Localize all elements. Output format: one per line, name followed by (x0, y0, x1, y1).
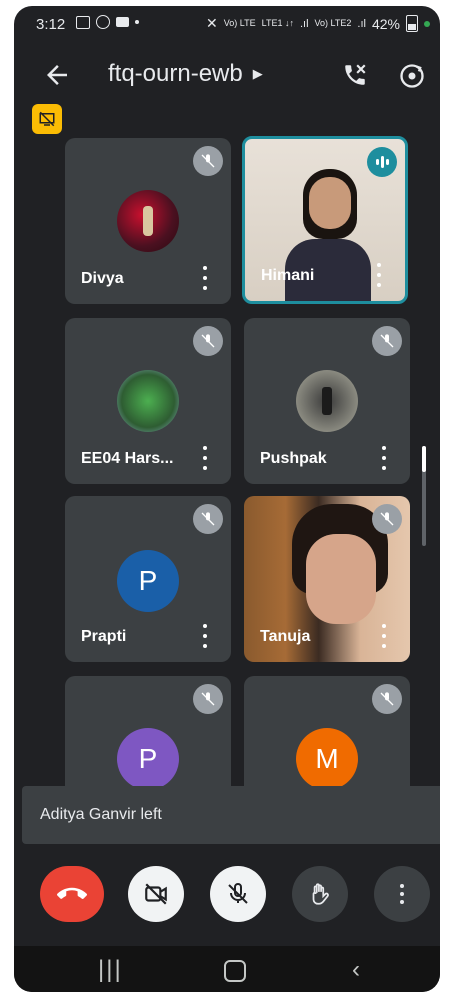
audio-switch-icon[interactable] (342, 62, 368, 88)
camera-toggle-button[interactable] (128, 866, 184, 922)
signal-bars-icon: .ıl (299, 17, 309, 30)
meeting-header: ftq-ourn-ewb ▶ (14, 50, 440, 98)
signal-label-2: LTE1 ↓↑ (261, 18, 294, 28)
participant-avatar: P (117, 550, 179, 612)
participant-name: Pushpak (260, 450, 327, 467)
system-navigation-bar: ||| ‹ (14, 946, 440, 992)
more-options-icon[interactable] (374, 624, 394, 648)
participant-tile-himani[interactable]: Himani (242, 136, 408, 304)
muted-mic-icon (193, 684, 223, 714)
participant-tile-divya[interactable]: Divya (65, 138, 231, 304)
more-options-icon[interactable] (195, 446, 215, 470)
battery-icon (406, 15, 418, 32)
recent-apps-icon[interactable]: ||| (98, 956, 123, 984)
more-options-icon[interactable] (374, 446, 394, 470)
muted-mic-icon (193, 326, 223, 356)
participant-avatar (117, 190, 179, 252)
status-bar: 3:12 ✕ Vo) LTE LTE1 ↓↑ .ıl Vo) LTE2 .ıl … (14, 6, 440, 44)
notification-icons (76, 15, 139, 29)
status-time: 3:12 (36, 16, 66, 33)
muted-mic-icon (193, 504, 223, 534)
participant-name: Tanuja (260, 628, 311, 645)
camera-off-icon (145, 883, 167, 905)
back-arrow-icon[interactable] (42, 60, 72, 90)
signal-label-3: Vo) LTE2 (314, 18, 352, 28)
mic-off-icon (228, 883, 248, 904)
participant-avatar: P (117, 728, 179, 790)
more-options-icon[interactable] (195, 624, 215, 648)
avatar-letter: M (315, 743, 339, 774)
hand-icon (312, 883, 329, 905)
expand-caret-icon: ▶ (252, 66, 263, 81)
scrollbar[interactable] (422, 446, 426, 546)
switch-camera-icon[interactable] (398, 62, 426, 90)
status-right: ✕ Vo) LTE LTE1 ↓↑ .ıl Vo) LTE2 .ıl 42% (206, 15, 430, 32)
participant-name: EE04 Hars... (81, 450, 174, 467)
back-nav-icon[interactable]: ‹ (352, 956, 360, 984)
raise-hand-button[interactable] (292, 866, 348, 922)
participant-avatar (117, 370, 179, 432)
gallery-notification-icon (76, 15, 90, 29)
call-controls (14, 858, 440, 930)
end-call-button[interactable] (40, 866, 104, 922)
muted-mic-icon (372, 326, 402, 356)
participant-name: Divya (81, 270, 124, 287)
battery-percent: 42% (371, 15, 400, 32)
participant-tile-prapti[interactable]: P Prapti (65, 496, 231, 662)
participant-name: Himani (261, 267, 315, 284)
camera-in-use-dot-icon (424, 20, 430, 27)
meeting-info-badge[interactable] (32, 104, 62, 134)
microphone-toggle-button[interactable] (210, 866, 266, 922)
home-icon[interactable] (224, 960, 246, 982)
participant-avatar (296, 370, 358, 432)
meeting-title[interactable]: ftq-ourn-ewb ▶ (108, 60, 263, 88)
avatar-letter: P (138, 743, 158, 774)
no-screen-share-icon (39, 111, 55, 127)
meeting-code: ftq-ourn-ewb (108, 60, 243, 87)
more-options-icon[interactable] (195, 266, 215, 290)
whatsapp-notification-icon (96, 15, 110, 29)
avatar-letter: P (138, 565, 158, 596)
more-vert-icon (400, 884, 404, 904)
more-notifications-dot-icon (135, 20, 139, 24)
toast-message: Aditya Ganvir left (40, 806, 162, 823)
participant-tile-pushpak[interactable]: Pushpak (244, 318, 410, 484)
participant-tile-tanuja[interactable]: Tanuja (244, 496, 410, 662)
speaking-indicator-icon (367, 147, 397, 177)
more-options-button[interactable] (374, 866, 430, 922)
muted-mic-icon (193, 146, 223, 176)
hang-up-icon (57, 887, 87, 899)
mute-notification-icon: ✕ (206, 15, 218, 31)
participant-left-toast: Aditya Ganvir left (22, 786, 440, 844)
signal-label-1: Vo) LTE (223, 18, 256, 28)
muted-mic-icon (372, 684, 402, 714)
participant-tile-ee04[interactable]: EE04 Hars... (65, 318, 231, 484)
participant-name: Prapti (81, 628, 127, 645)
muted-mic-icon (372, 504, 402, 534)
message-notification-icon (116, 17, 129, 27)
meet-call-screen: 3:12 ✕ Vo) LTE LTE1 ↓↑ .ıl Vo) LTE2 .ıl … (14, 6, 440, 992)
participant-avatar: M (296, 728, 358, 790)
signal-bars-2-icon: .ıl (357, 17, 366, 30)
more-options-icon[interactable] (369, 263, 389, 287)
